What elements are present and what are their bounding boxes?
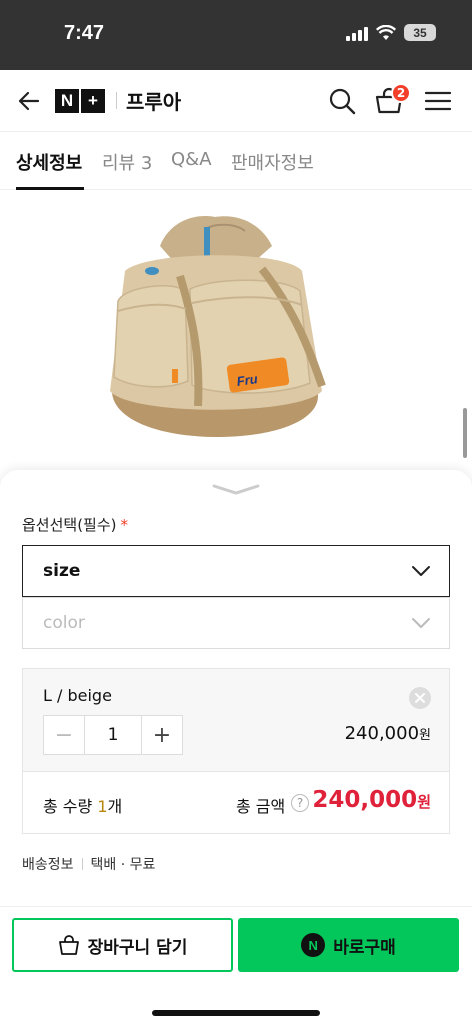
tab-details[interactable]: 상세정보 bbox=[16, 149, 82, 175]
option-price: 240,000원 bbox=[345, 723, 431, 744]
add-to-cart-button[interactable]: 장바구니 담기 bbox=[12, 918, 233, 972]
buy-now-label: 바로구매 bbox=[333, 937, 396, 958]
total-quantity-suffix: 개 bbox=[107, 797, 123, 816]
npay-icon: N bbox=[301, 933, 326, 957]
option-bottom-sheet: 옵션선택(필수) * size color L / beige − 1 + 24… bbox=[0, 470, 472, 906]
purchase-bar: 장바구니 담기 N 바로구매 bbox=[0, 906, 472, 1024]
bag-patch-label: Fru bbox=[236, 371, 259, 389]
decrease-quantity-button[interactable]: − bbox=[44, 716, 84, 754]
home-indicator[interactable] bbox=[152, 1010, 320, 1016]
total-amount-label: 총 금액 bbox=[236, 797, 286, 816]
back-arrow-icon[interactable] bbox=[16, 88, 42, 114]
size-select-label: size bbox=[43, 561, 81, 581]
required-mark: * bbox=[120, 516, 129, 534]
tab-reviews[interactable]: 리뷰 3 bbox=[102, 149, 152, 175]
total-quantity-value: 1 bbox=[97, 797, 108, 816]
remove-option-button[interactable] bbox=[409, 687, 431, 709]
total-quantity: 총 수량 1개 bbox=[43, 793, 122, 817]
selected-option-name: L / beige bbox=[43, 686, 112, 705]
active-tab-underline bbox=[16, 187, 84, 190]
cart-count-badge: 2 bbox=[391, 83, 411, 103]
option-section-title: 옵션선택(필수) * bbox=[22, 514, 128, 535]
shipping-info: 배송정보 택배 · 무료 bbox=[22, 854, 155, 874]
quantity-value[interactable]: 1 bbox=[84, 716, 142, 754]
total-quantity-prefix: 총 수량 bbox=[43, 797, 98, 816]
color-select-label: color bbox=[43, 613, 85, 633]
total-amount: 240,000원 bbox=[312, 787, 431, 813]
tab-seller-info[interactable]: 판매자정보 bbox=[231, 149, 314, 175]
increase-quantity-button[interactable]: + bbox=[142, 716, 182, 754]
logo-plus: + bbox=[81, 89, 105, 113]
shipping-divider bbox=[81, 858, 83, 870]
total-row: 총 수량 1개 총 금액 ? 240,000원 bbox=[23, 773, 449, 833]
size-select[interactable]: size bbox=[22, 545, 450, 597]
total-amount-currency: 원 bbox=[417, 793, 431, 811]
chevron-down-icon bbox=[412, 618, 430, 628]
help-icon[interactable]: ? bbox=[291, 794, 309, 812]
product-tabs: 상세정보 리뷰 3 Q&A 판매자정보 bbox=[0, 132, 472, 190]
selected-option-item: L / beige − 1 + 240,000원 bbox=[23, 669, 449, 772]
store-name[interactable]: 프루아 bbox=[126, 86, 181, 115]
status-bar: 7:47 35 bbox=[0, 0, 472, 70]
close-icon bbox=[415, 693, 425, 703]
chevron-down-icon bbox=[412, 566, 430, 576]
search-icon[interactable] bbox=[327, 86, 357, 116]
battery-icon: 35 bbox=[404, 24, 436, 41]
buy-now-button[interactable]: N 바로구매 bbox=[238, 918, 459, 972]
sheet-collapse-chevron-icon[interactable] bbox=[210, 482, 262, 498]
menu-icon[interactable] bbox=[423, 86, 453, 116]
shipping-method: 택배 · 무료 bbox=[90, 857, 156, 873]
tab-qna[interactable]: Q&A bbox=[171, 149, 212, 170]
status-icons: 35 bbox=[346, 24, 436, 41]
option-price-value: 240,000 bbox=[344, 723, 420, 744]
status-time: 7:47 bbox=[64, 22, 105, 44]
total-amount-value: 240,000 bbox=[312, 787, 418, 813]
option-price-currency: 원 bbox=[419, 728, 431, 743]
signal-icon bbox=[346, 25, 368, 41]
shipping-label: 배송정보 bbox=[22, 857, 74, 873]
shopping-basket-icon bbox=[58, 935, 79, 955]
scrollbar-thumb[interactable] bbox=[463, 408, 467, 458]
nplus-logo[interactable]: N + bbox=[55, 89, 105, 113]
add-to-cart-label: 장바구니 담기 bbox=[87, 937, 188, 958]
header-divider bbox=[116, 92, 117, 109]
product-image-area: Fru bbox=[0, 191, 472, 481]
logo-n: N bbox=[55, 89, 79, 113]
quantity-stepper: − 1 + bbox=[43, 715, 183, 755]
wifi-icon bbox=[376, 24, 396, 40]
selected-option-box: L / beige − 1 + 240,000원 총 수량 1개 총 금액 ? … bbox=[22, 668, 450, 834]
color-select[interactable]: color bbox=[22, 597, 450, 649]
product-bag-image: Fru bbox=[110, 216, 326, 437]
option-title-text: 옵션선택(필수) bbox=[22, 516, 117, 534]
